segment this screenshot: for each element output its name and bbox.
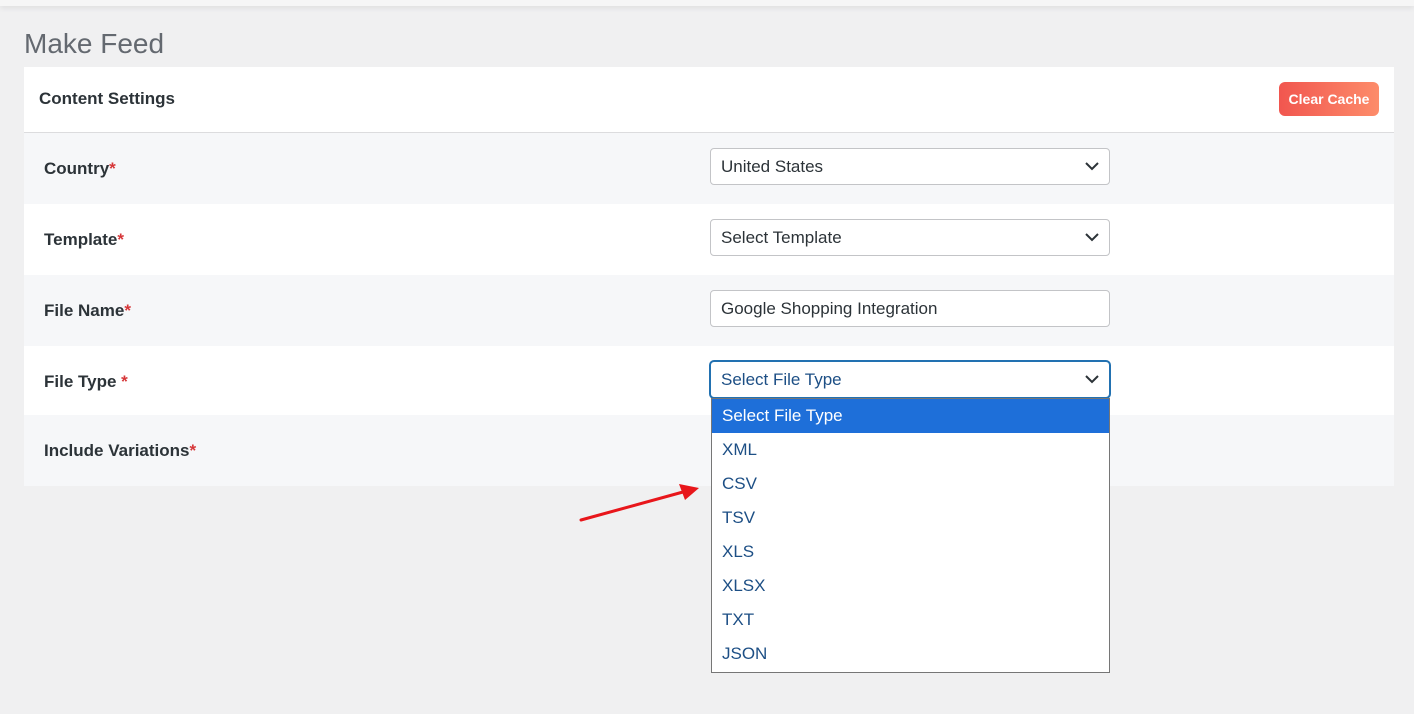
- required-mark: *: [121, 372, 128, 391]
- file-name-label: File Name*: [44, 301, 131, 320]
- country-row: Country* United States: [24, 133, 1394, 204]
- top-bar: [0, 0, 1414, 6]
- chevron-down-icon: [1085, 375, 1099, 384]
- panel-title: Content Settings: [39, 89, 175, 108]
- chevron-down-icon: [1085, 233, 1099, 242]
- file-type-option[interactable]: XLSX: [712, 569, 1109, 603]
- template-select[interactable]: Select Template: [710, 219, 1110, 256]
- country-select-value: United States: [721, 157, 824, 176]
- file-name-row: File Name* Google Shopping Integration: [24, 275, 1394, 346]
- chevron-down-icon: [1085, 162, 1099, 171]
- file-type-select-value: Select File Type: [721, 370, 842, 389]
- template-row: Template* Select Template: [24, 204, 1394, 275]
- file-type-dropdown-list: Select File Type XML CSV TSV XLS XLSX TX…: [711, 398, 1110, 673]
- file-type-option[interactable]: TSV: [712, 501, 1109, 535]
- required-mark: *: [109, 159, 116, 178]
- required-mark: *: [124, 301, 131, 320]
- required-mark: *: [189, 441, 197, 460]
- file-type-option[interactable]: Select File Type: [712, 399, 1109, 433]
- country-select[interactable]: United States: [710, 148, 1110, 185]
- required-mark: *: [117, 230, 124, 249]
- country-label: Country*: [44, 159, 116, 178]
- annotation-arrow-icon: [579, 484, 699, 522]
- file-type-option[interactable]: TXT: [712, 603, 1109, 637]
- template-label: Template*: [44, 230, 124, 249]
- page-title: Make Feed: [24, 28, 165, 59]
- file-name-input[interactable]: Google Shopping Integration: [710, 290, 1110, 327]
- template-select-value: Select Template: [721, 228, 842, 247]
- file-type-option[interactable]: XML: [712, 433, 1109, 467]
- file-name-input-value: Google Shopping Integration: [721, 299, 938, 318]
- panel-header: Content Settings Clear Cache: [24, 67, 1394, 133]
- file-type-label: File Type *: [44, 372, 128, 391]
- content-settings-panel: Content Settings Clear Cache Country* Un…: [24, 67, 1394, 486]
- file-type-select[interactable]: Select File Type: [710, 361, 1110, 398]
- include-variations-label: Include Variations*: [44, 441, 197, 460]
- include-variations-row: Include Variations*: [24, 415, 1394, 486]
- file-type-option[interactable]: JSON: [712, 637, 1109, 671]
- clear-cache-button[interactable]: Clear Cache: [1279, 82, 1379, 116]
- file-type-option[interactable]: XLS: [712, 535, 1109, 569]
- file-type-option[interactable]: CSV: [712, 467, 1109, 501]
- file-type-row: File Type * Select File Type: [24, 346, 1394, 417]
